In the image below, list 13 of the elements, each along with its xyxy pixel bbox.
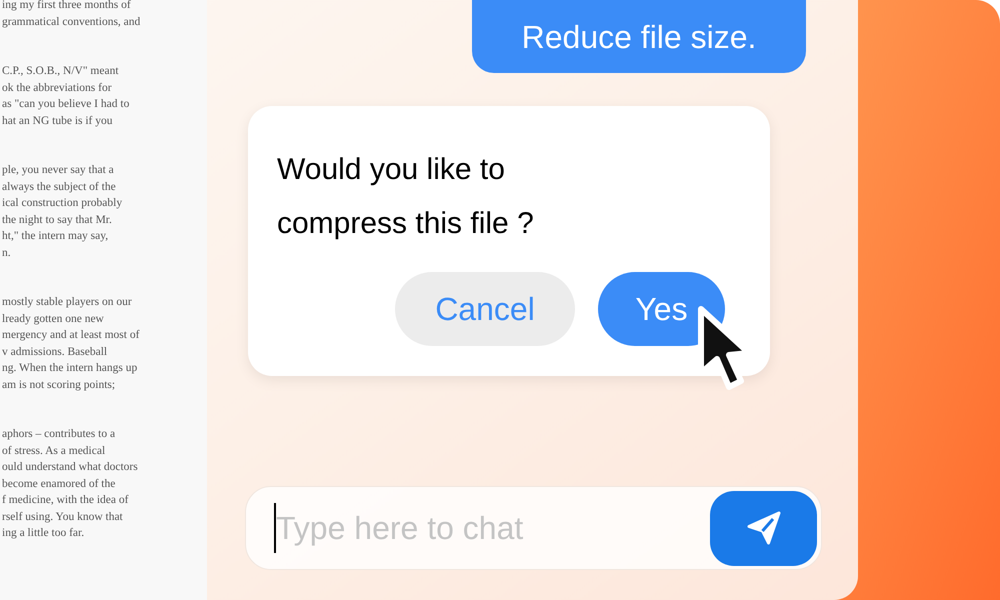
document-paragraph: ple, you never say that a always the subject of the ical construction probably the night to say that Mr. ht," the intern may say, n. <box>2 163 124 260</box>
prompt-text: Would you like to compress this file ? <box>277 152 535 242</box>
user-message: Reduce file size. <box>472 0 806 73</box>
paper-plane-icon <box>746 510 782 546</box>
document-paragraph: C.P., S.O.B., N/V" meant ok the abbreviations for as "can you believe I had to hat an NG tube is if you <box>2 64 130 128</box>
send-button[interactable] <box>710 490 817 566</box>
document-paragraph: aphors – contributes to a of stress. As a medical ould understand what doctors become enamored of the f medicine, with the idea of rself using. You know that ing a little too far. <box>2 427 139 541</box>
chat-input[interactable]: Type here to chat <box>245 486 822 570</box>
cancel-button[interactable]: Cancel <box>395 272 575 346</box>
document-paragraph: ing my first three months of grammatical conventions, and <box>2 0 142 30</box>
message-field[interactable]: Type here to chat <box>276 504 710 552</box>
document-paragraph: mostly stable players on our lready gotten one new mergency and at least most of v admissions. Baseball ng. When the intern hangs up am is not scoring points; <box>2 295 140 392</box>
confirm-button[interactable]: Yes <box>598 272 725 346</box>
